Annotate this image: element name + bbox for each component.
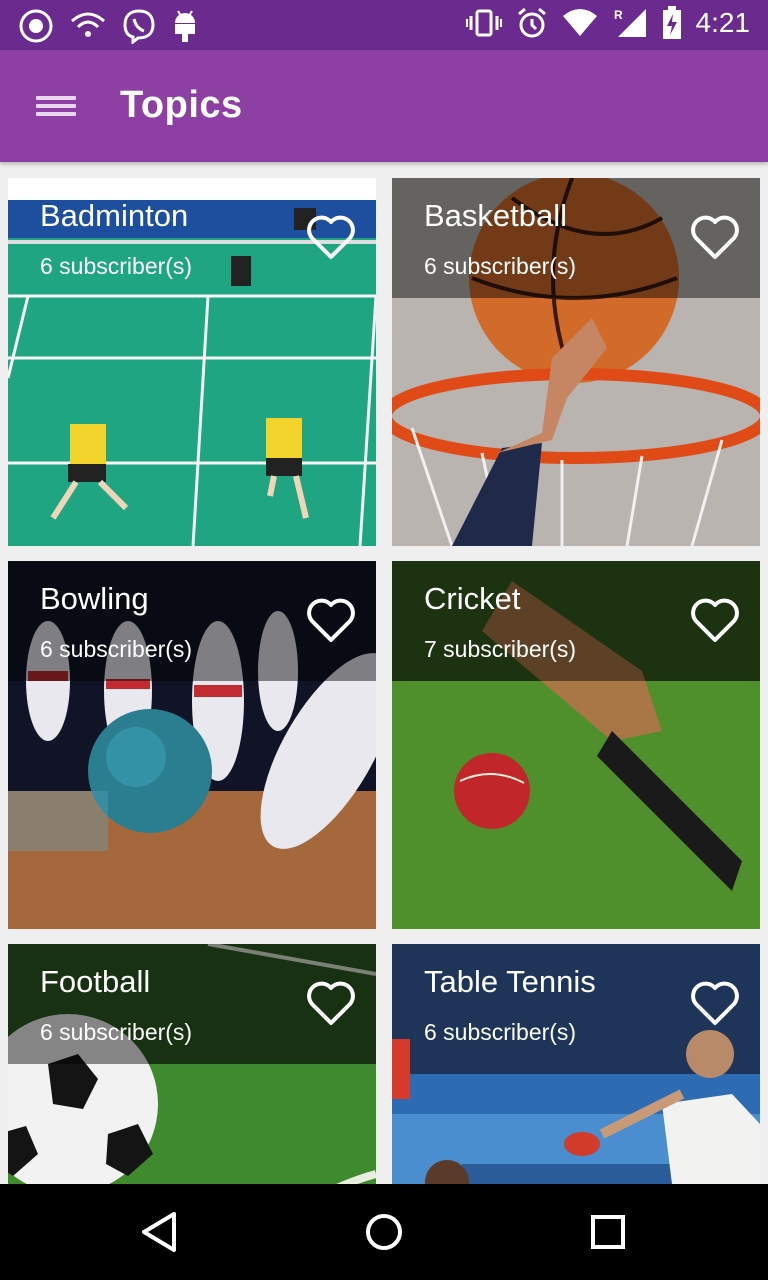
topic-card-basketball[interactable]: Basketball 6 subscriber(s) [392, 178, 760, 546]
topic-title: Bowling [40, 581, 149, 616]
home-icon[interactable] [362, 1210, 406, 1254]
topic-subscribers: 6 subscriber(s) [424, 1019, 577, 1045]
topic-card-bowling[interactable]: Bowling 6 subscriber(s) [8, 561, 376, 929]
topic-card-football[interactable]: Football 6 subscriber(s) [8, 944, 376, 1184]
favorite-heart-icon[interactable] [690, 214, 740, 260]
favorite-heart-icon[interactable] [306, 980, 356, 1026]
system-icons: R 4:21 [465, 6, 751, 40]
cell-signal-roaming-icon: R [614, 8, 646, 37]
topic-subscribers: 6 subscriber(s) [40, 636, 193, 662]
favorite-heart-icon[interactable] [306, 214, 356, 260]
topics-grid: Badminton 6 subscriber(s) Basketball 6 s… [8, 178, 760, 1184]
wifi-signal-icon [562, 9, 597, 36]
vibrate-icon [465, 9, 502, 37]
favorite-heart-icon[interactable] [306, 597, 356, 643]
topic-subscribers: 6 subscriber(s) [40, 253, 193, 279]
viber-outline-icon [19, 9, 53, 43]
favorite-heart-icon[interactable] [690, 980, 740, 1026]
alarm-icon [517, 7, 546, 38]
notification-icons [18, 8, 198, 44]
status-bar: R 4:21 [0, 0, 768, 50]
page-title: Topics [120, 84, 243, 126]
topic-subscribers: 6 subscriber(s) [40, 1019, 193, 1045]
topic-subscribers: 7 subscriber(s) [424, 636, 577, 662]
status-time: 4:21 [695, 7, 751, 38]
battery-charging-icon [662, 6, 681, 39]
topic-title: Badminton [40, 198, 189, 233]
topic-card-cricket[interactable]: Cricket 7 subscriber(s) [392, 561, 760, 929]
topic-title: Cricket [424, 581, 521, 616]
app-bar: Topics [0, 50, 768, 162]
topic-card-table-tennis[interactable]: Table Tennis 6 subscriber(s) [392, 944, 760, 1184]
back-icon[interactable] [138, 1210, 182, 1254]
topic-title: Basketball [424, 198, 568, 233]
topic-subscribers: 6 subscriber(s) [424, 253, 577, 279]
recents-icon[interactable] [586, 1210, 630, 1254]
topic-title: Table Tennis [424, 964, 596, 999]
topic-card-badminton[interactable]: Badminton 6 subscriber(s) [8, 178, 376, 546]
android-icon [175, 10, 195, 42]
topic-title: Football [40, 964, 151, 999]
hamburger-menu-icon[interactable] [28, 86, 84, 126]
navigation-bar [0, 1184, 768, 1280]
svg-text:R: R [614, 8, 623, 22]
wifi-icon [71, 12, 105, 37]
favorite-heart-icon[interactable] [690, 597, 740, 643]
viber-icon [123, 9, 155, 44]
